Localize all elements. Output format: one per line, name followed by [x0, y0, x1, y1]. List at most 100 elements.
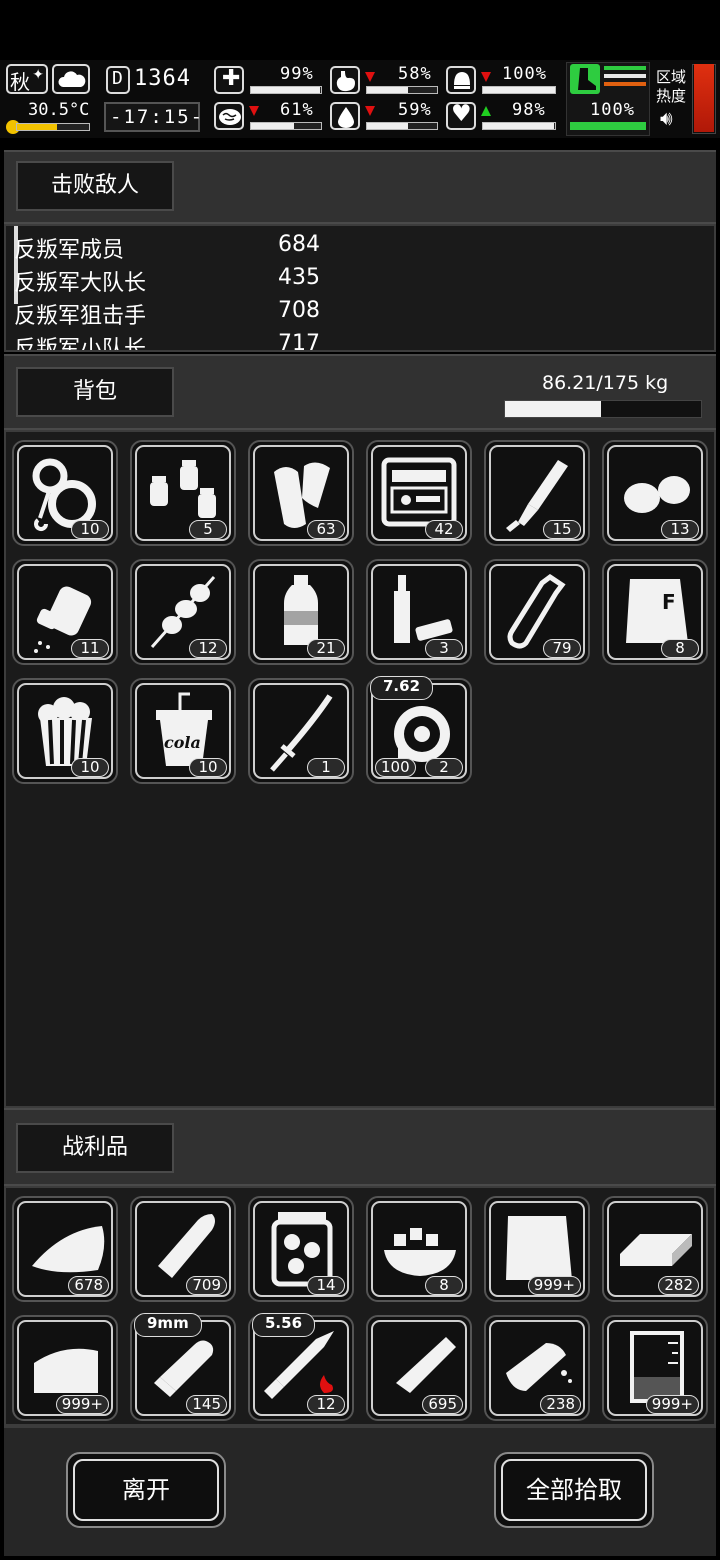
- brain-icon: [214, 102, 244, 130]
- item-count: 8: [425, 1276, 463, 1295]
- backpack-slot[interactable]: 63: [248, 440, 354, 546]
- helmet-icon: [446, 66, 476, 94]
- medkit-icon: ✚: [214, 66, 244, 94]
- item-count: 42: [425, 520, 463, 539]
- loot-slot[interactable]: 999+: [484, 1196, 590, 1302]
- heart-up-arrow-icon: [481, 106, 491, 116]
- item-count: 8: [661, 639, 699, 658]
- water-bar: [366, 122, 438, 130]
- loot-slot[interactable]: 678: [12, 1196, 118, 1302]
- defeated-list[interactable]: 反叛军成员 684 反叛军大队长 435 反叛军狙击手 708 反叛军小队长 717: [4, 224, 716, 352]
- item-count: 2: [425, 758, 463, 777]
- enemy-name: 反叛军大队长: [14, 271, 147, 296]
- item-count: 678: [68, 1276, 109, 1295]
- enemy-count: 684: [278, 232, 320, 257]
- backpack-slot[interactable]: 10: [12, 440, 118, 546]
- backpack-slot[interactable]: 10: [12, 678, 118, 784]
- item-count: 63: [307, 520, 345, 539]
- item-count: 14: [307, 1276, 345, 1295]
- loot-slot[interactable]: 8: [366, 1196, 472, 1302]
- enemy-count: 435: [278, 265, 320, 290]
- item-count: 11: [71, 639, 109, 658]
- caliber-tag: 9mm: [134, 1313, 202, 1337]
- item-count: 145: [186, 1395, 227, 1414]
- weather-box: [52, 64, 90, 94]
- item-count: 695: [422, 1395, 463, 1414]
- loot-slot[interactable]: 999+: [12, 1315, 118, 1421]
- water-down-arrow-icon: [365, 106, 375, 116]
- zone-heat-label: 区域 热度: [656, 68, 687, 105]
- day-icon: D: [106, 66, 130, 94]
- speaker-icon[interactable]: 🔊︎: [660, 106, 673, 130]
- backpack-slot[interactable]: F8: [602, 559, 708, 665]
- day-counter: 1364: [134, 66, 191, 91]
- loot-slot[interactable]: 695: [366, 1315, 472, 1421]
- loot-header: 战利品: [4, 1108, 716, 1186]
- backpack-grid: 10 5 63 42 15 13 11 12 21 3 79 F 8 10 cola 10 1 2 100 7.62: [4, 430, 716, 1108]
- stamina-lines-icon: [604, 66, 646, 86]
- backpack-slot[interactable]: 79: [484, 559, 590, 665]
- armor-percent: 100%: [502, 64, 547, 84]
- backpack-slot[interactable]: 11: [12, 559, 118, 665]
- item-count: 282: [658, 1276, 699, 1295]
- zone-heat-meter: [692, 64, 716, 134]
- backpack-weight: 86.21/175 kg: [542, 372, 669, 394]
- backpack-slot[interactable]: 12: [130, 559, 236, 665]
- loot-slot[interactable]: 14: [248, 1196, 354, 1302]
- defeated-title: 击败敌人: [16, 161, 174, 211]
- health-bar: [250, 86, 322, 94]
- item-count: 12: [189, 639, 227, 658]
- heart-bar: [482, 122, 556, 130]
- stamina-percent: 100%: [590, 100, 635, 120]
- enemy-count: 708: [278, 298, 320, 323]
- enemy-name: 反叛军小队长: [14, 337, 147, 352]
- item-count: 999+: [527, 1276, 581, 1295]
- loot-slot[interactable]: 999+: [602, 1315, 708, 1421]
- backpack-slot[interactable]: 3: [366, 559, 472, 665]
- water-drop-icon: [330, 102, 360, 130]
- backpack-slot[interactable]: cola 10: [130, 678, 236, 784]
- backpack-slot[interactable]: 42: [366, 440, 472, 546]
- clock-value: -17:15-: [110, 106, 205, 128]
- water-percent: 59%: [398, 100, 432, 120]
- loot-slot[interactable]: 709: [130, 1196, 236, 1302]
- backpack-slot[interactable]: 5: [130, 440, 236, 546]
- loot-slot[interactable]: 282: [602, 1196, 708, 1302]
- stamina-bar: [570, 122, 646, 130]
- svg-text:F: F: [662, 590, 676, 614]
- heart-icon: ♥: [446, 101, 476, 130]
- svg-text:cola: cola: [164, 733, 201, 752]
- item-count: 999+: [55, 1395, 109, 1414]
- stomach-percent: 58%: [398, 64, 432, 84]
- backpack-slot[interactable]: 2 100 7.62: [366, 676, 472, 784]
- backpack-title: 背包: [16, 367, 174, 417]
- season-label: 秋: [10, 70, 30, 94]
- backpack-slot[interactable]: 21: [248, 559, 354, 665]
- backpack-slot[interactable]: 15: [484, 440, 590, 546]
- pick-all-button[interactable]: 全部拾取: [494, 1452, 654, 1528]
- item-count: 10: [189, 758, 227, 777]
- item-count: 10: [71, 758, 109, 777]
- item-count: 79: [543, 639, 581, 658]
- boot-icon: [570, 64, 600, 94]
- item-count: 13: [661, 520, 699, 539]
- item-count: 5: [189, 520, 227, 539]
- item-count: 238: [540, 1395, 581, 1414]
- caliber-tag: 5.56: [252, 1313, 316, 1337]
- armor-bar: [482, 86, 556, 94]
- weight-bar: [504, 400, 702, 418]
- backpack-slot[interactable]: 13: [602, 440, 708, 546]
- armor-down-arrow-icon: [481, 72, 491, 82]
- item-count: 10: [71, 520, 109, 539]
- loot-slot[interactable]: 12 5.56: [248, 1313, 354, 1421]
- item-count: 999+: [645, 1395, 699, 1414]
- loot-slot[interactable]: 145 9mm: [130, 1313, 236, 1421]
- backpack-slot[interactable]: 1: [248, 678, 354, 784]
- leave-button[interactable]: 离开: [66, 1452, 226, 1528]
- leave-button-label: 离开: [73, 1459, 219, 1521]
- leaf-icon: ✦: [32, 67, 44, 83]
- loot-slot[interactable]: 238: [484, 1315, 590, 1421]
- brain-down-arrow-icon: [249, 106, 259, 116]
- caliber-tag: 7.62: [370, 676, 434, 700]
- brain-percent: 61%: [280, 100, 314, 120]
